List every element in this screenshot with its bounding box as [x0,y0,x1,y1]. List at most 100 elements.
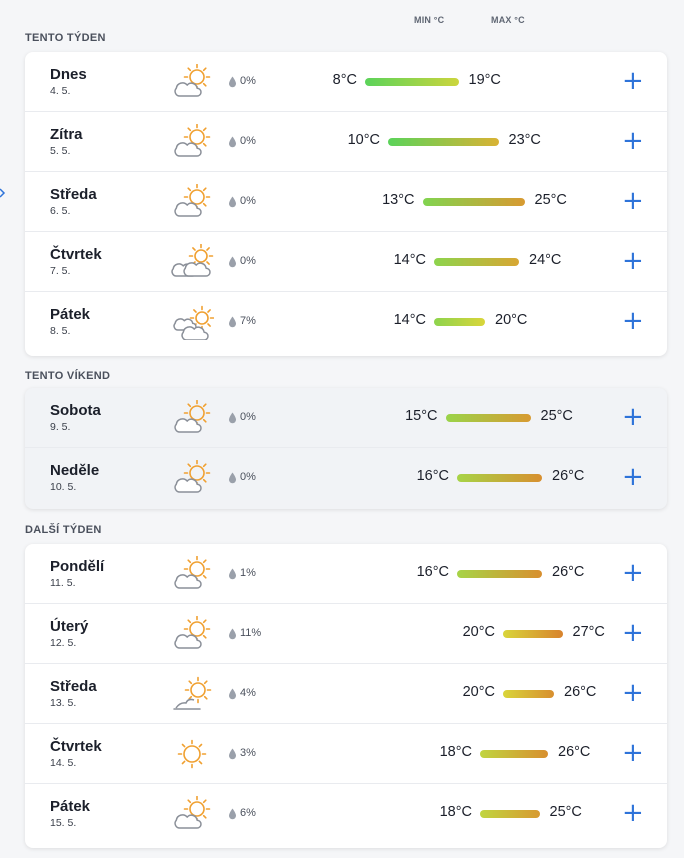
expand-button[interactable]: + [622,187,644,215]
section-2-days: Pondělí 11. 5. 1% 16°C 26°C + Úterý 12. … [25,544,667,848]
expand-button[interactable]: + [622,559,644,587]
day-name: Úterý [50,618,89,635]
day-name: Neděle [50,462,100,479]
day-date: 12. 5. [50,637,77,649]
sunny-haze-icon [173,676,212,710]
expand-button[interactable]: + [622,679,644,707]
forecast-row[interactable]: Dnes 4. 5. 0% 8°C 19°C + [25,52,667,112]
section-title: DALŠÍ TÝDEN [25,524,102,536]
day-name: Zítra [50,126,83,143]
raindrop-icon [229,76,236,88]
min-temperature: 14°C [393,312,426,328]
forecast-row[interactable]: Středa 6. 5. 0% 13°C 25°C + [25,172,667,232]
day-name: Pátek [50,306,91,323]
max-temperature: 26°C [552,468,585,484]
day-date: 7. 5. [50,265,71,277]
day-name: Sobota [50,402,101,419]
raindrop-icon [229,688,236,700]
expand-button[interactable]: + [622,799,644,827]
precipitation-chance: 0% [240,255,256,267]
day-date: 14. 5. [50,757,77,769]
temperature-range-bar [365,78,459,86]
forecast-row[interactable]: Čtvrtek 7. 5. 0% 14°C 24°C + [25,232,667,292]
raindrop-icon [229,256,236,268]
min-temperature: 10°C [347,132,380,148]
forecast-row[interactable]: Neděle 10. 5. 0% 16°C 26°C + [25,448,667,508]
day-name: Pondělí [50,558,105,575]
raindrop-icon [229,316,236,328]
chevron-right-icon[interactable] [0,186,6,200]
expand-button[interactable]: + [622,403,644,431]
forecast-row[interactable]: Zítra 5. 5. 0% 10°C 23°C + [25,112,667,172]
forecast-row[interactable]: Středa 13. 5. 4% 20°C 26°C + [25,664,667,724]
precipitation-chance: 0% [240,135,256,147]
temperature-range-bar [445,414,531,422]
expand-button[interactable]: + [622,307,644,335]
temperature-range-bar [457,474,542,482]
day-date: 10. 5. [50,481,77,493]
forecast-row[interactable]: Pondělí 11. 5. 1% 16°C 26°C + [25,544,667,604]
raindrop-icon [229,748,236,760]
expand-button[interactable]: + [622,463,644,491]
expand-button[interactable]: + [622,739,644,767]
min-temperature: 20°C [462,684,495,700]
section-title: TENTO VÍKEND [25,370,111,382]
day-name: Středa [50,678,97,695]
partly-sunny-icon [174,64,211,97]
temperature-range-bar [422,198,525,206]
max-temperature: 27°C [572,624,605,640]
precipitation-chance: 0% [240,471,256,483]
precipitation-chance: 3% [240,747,256,759]
day-date: 13. 5. [50,697,77,709]
raindrop-icon [229,196,236,208]
mostly-cloudy-icon [173,305,214,340]
min-temperature: 18°C [439,804,472,820]
forecast-row[interactable]: Pátek 8. 5. 7% 14°C 20°C + [25,292,667,352]
max-temperature: 24°C [529,252,562,268]
max-temperature: 19°C [468,72,501,88]
expand-button[interactable]: + [622,247,644,275]
min-temperature: 15°C [405,408,438,424]
precipitation-chance: 6% [240,807,256,819]
expand-button[interactable]: + [622,67,644,95]
precipitation-chance: 11% [240,627,262,639]
max-temperature: 25°C [534,192,567,208]
raindrop-icon [229,136,236,148]
day-name: Čtvrtek [50,738,102,755]
raindrop-icon [229,568,236,580]
day-name: Čtvrtek [50,246,102,263]
partly-sunny-icon [174,460,211,493]
forecast-row[interactable]: Pátek 15. 5. 6% 18°C 25°C + [25,784,667,844]
precipitation-chance: 0% [240,75,256,87]
min-temperature: 8°C [332,72,357,88]
precipitation-chance: 0% [240,195,256,207]
section-1-days: Sobota 9. 5. 0% 15°C 25°C + Neděle 10. 5… [25,388,667,509]
min-column-header: MIN °C [414,15,445,25]
max-temperature: 26°C [552,564,585,580]
section-title: TENTO TÝDEN [25,32,106,44]
day-date: 6. 5. [50,205,71,217]
forecast-row[interactable]: Čtvrtek 14. 5. 3% 18°C 26°C + [25,724,667,784]
temperature-range-bar [480,750,548,758]
expand-button[interactable]: + [622,619,644,647]
partly-sunny-icon [174,124,211,157]
temperature-range-bar [388,138,499,146]
day-date: 4. 5. [50,85,71,97]
temperature-range-bar [434,258,519,266]
max-temperature: 25°C [540,408,573,424]
expand-button[interactable]: + [622,127,644,155]
cloudy-sunny-icon [171,244,214,277]
max-column-header: MAX °C [491,15,525,25]
raindrop-icon [229,808,236,820]
sunny-icon [177,739,207,769]
raindrop-icon [229,472,236,484]
precipitation-chance: 7% [240,315,256,327]
day-date: 9. 5. [50,421,71,433]
forecast-row[interactable]: Sobota 9. 5. 0% 15°C 25°C + [25,388,667,448]
day-date: 15. 5. [50,817,77,829]
precipitation-chance: 1% [240,567,256,579]
min-temperature: 13°C [382,192,415,208]
max-temperature: 26°C [558,744,591,760]
forecast-row[interactable]: Úterý 12. 5. 11% 20°C 27°C + [25,604,667,664]
precipitation-chance: 0% [240,411,256,423]
